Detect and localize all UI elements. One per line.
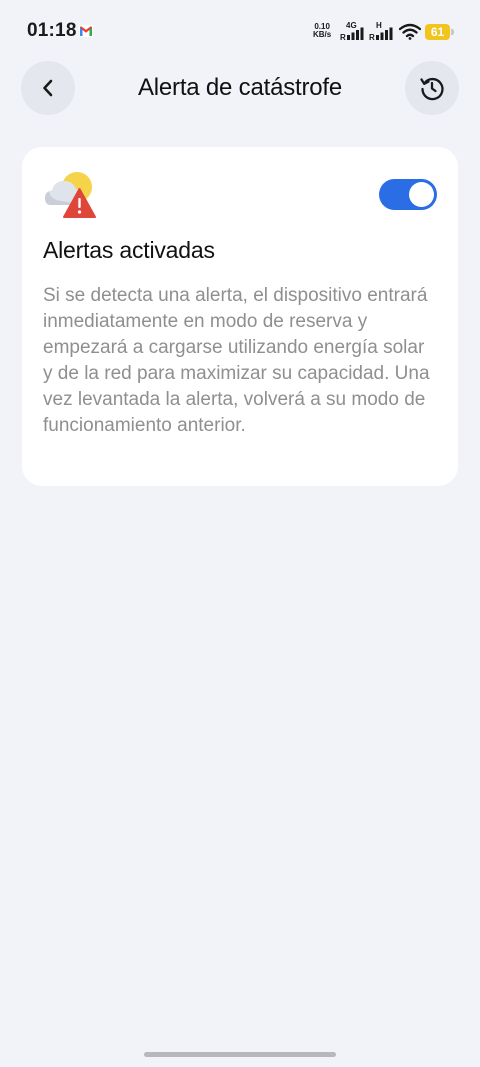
card-title: Alertas activadas	[43, 237, 215, 263]
alert-card: Alertas activadas Si se detecta una aler…	[22, 147, 458, 486]
history-icon	[420, 77, 444, 101]
network-speed-unit: KB/s	[313, 30, 332, 39]
card-description: Si se detecta una alerta, el dispositivo…	[43, 285, 430, 436]
status-bar: 01:18 0.10 KB/s 4G R H R 61	[0, 0, 480, 64]
sim1-signal: 4G R	[340, 22, 368, 42]
page-title: Alerta de catástrofe	[137, 74, 343, 101]
toggle-knob	[409, 182, 434, 207]
signal-icon: R	[340, 27, 364, 42]
signal-icon: R	[369, 27, 393, 42]
status-time: 01:18	[27, 20, 77, 41]
network-speed: 0.10 KB/s	[313, 23, 331, 39]
chevron-left-icon	[43, 79, 53, 97]
sim2-signal: H R	[369, 22, 397, 42]
battery-icon: 61	[425, 24, 450, 40]
alert-toggle[interactable]	[379, 179, 437, 210]
svg-text:R: R	[369, 33, 375, 42]
svg-text:R: R	[340, 33, 346, 42]
history-button[interactable]	[405, 61, 459, 115]
back-button[interactable]	[21, 61, 75, 115]
wifi-icon	[399, 23, 421, 40]
battery-cap	[451, 29, 454, 35]
weather-alert-icon	[45, 172, 96, 218]
home-indicator[interactable]	[144, 1052, 336, 1057]
gmail-icon	[79, 25, 93, 37]
